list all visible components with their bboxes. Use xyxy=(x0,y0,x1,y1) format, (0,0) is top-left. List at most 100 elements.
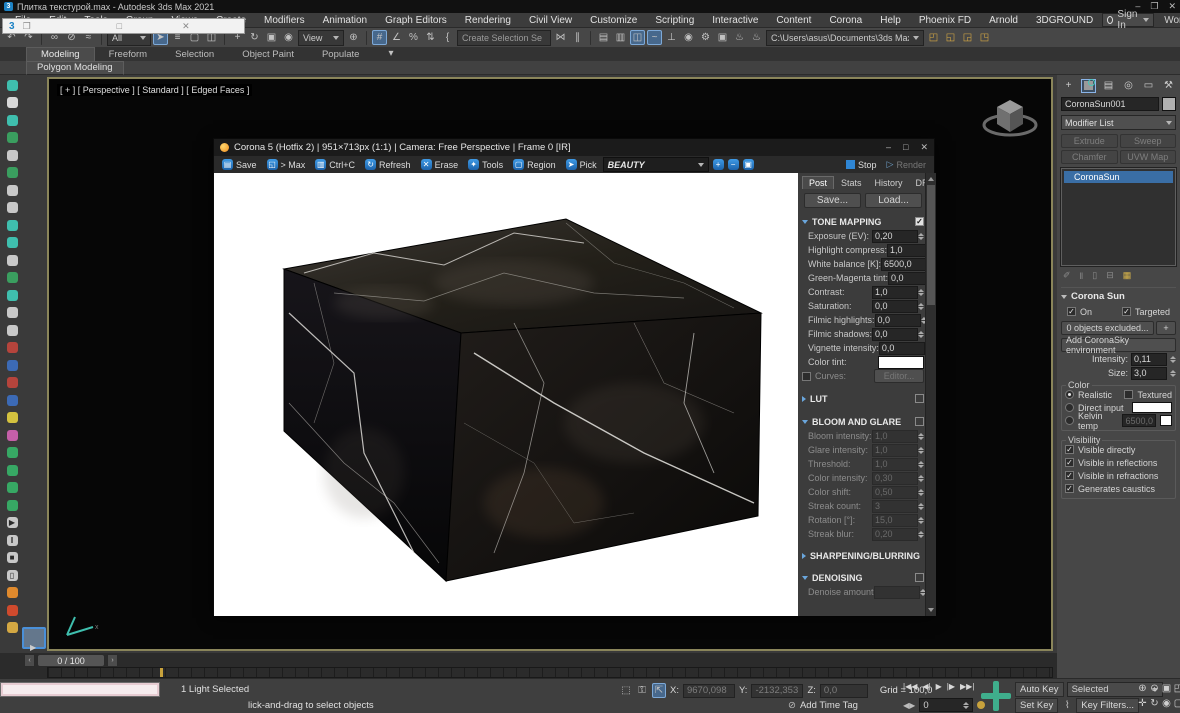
config-load-button[interactable]: Load... xyxy=(865,193,922,208)
z-coordinate-input[interactable]: 0,0 xyxy=(820,684,868,698)
spinner-control[interactable] xyxy=(918,447,924,454)
direct-input-radio[interactable] xyxy=(1065,403,1074,412)
sun-on-checkbox-row[interactable]: On xyxy=(1067,305,1092,318)
auto-key-button[interactable]: Auto Key xyxy=(1015,682,1064,697)
visibility-checkbox-row[interactable]: Visible in refractions xyxy=(1065,469,1172,482)
dock-icon[interactable] xyxy=(4,497,20,513)
toolbar-icon[interactable]: ⋈ xyxy=(553,30,568,45)
field-value-input[interactable]: 0,0 xyxy=(875,314,921,327)
toolbar-icon[interactable]: ▣ xyxy=(715,30,730,45)
dock-flyout-icon[interactable]: ▶ xyxy=(30,643,36,652)
kelvin-radio-row[interactable]: Kelvin temp 6500,0 xyxy=(1065,414,1172,427)
playback-button[interactable]: |▶ xyxy=(947,682,955,691)
field-value-input[interactable]: 0,0 xyxy=(872,328,918,341)
sharpening-section-header[interactable]: SHARPENING/BLURRING xyxy=(802,548,924,563)
ribbon-tab[interactable]: Selection xyxy=(161,48,228,61)
settings-scrollbar[interactable] xyxy=(925,173,936,616)
toolbar-icon[interactable]: ↻ xyxy=(247,30,262,45)
denoising-checkbox[interactable] xyxy=(915,573,924,582)
menu-item[interactable]: Interactive xyxy=(703,15,767,26)
dock-icon[interactable] xyxy=(4,480,20,496)
spinner-control[interactable] xyxy=(918,489,924,496)
viewport-nav-icon[interactable]: ◉ xyxy=(1162,696,1171,710)
visibility-checkbox[interactable] xyxy=(1065,471,1074,480)
modifier-stack[interactable]: CoronaSun xyxy=(1061,168,1176,266)
tone-mapping-checkbox[interactable] xyxy=(915,217,924,226)
tone-mapping-section-header[interactable]: TONE MAPPING xyxy=(802,214,924,229)
field-value-input[interactable]: 3 xyxy=(872,500,918,513)
dock-icon[interactable] xyxy=(4,462,20,478)
spinner-control[interactable] xyxy=(1170,370,1176,377)
dock-icon[interactable] xyxy=(4,287,20,303)
ribbon-options-icon[interactable]: ▾ xyxy=(383,46,398,61)
menu-item[interactable]: 3DGROUND xyxy=(1027,15,1102,26)
corona-settings-tab[interactable]: Stats xyxy=(835,177,868,189)
scrollbar-thumb[interactable] xyxy=(927,185,935,305)
visibility-checkbox[interactable] xyxy=(1065,445,1074,454)
dock-icon[interactable] xyxy=(4,165,20,181)
menu-item[interactable]: Modifiers xyxy=(255,15,314,26)
field-value-input[interactable]: 0,20 xyxy=(872,528,918,541)
viewport-nav-icon[interactable]: ▣ xyxy=(1162,681,1171,695)
close-button[interactable]: ✕ xyxy=(1168,1,1176,12)
field-value-input[interactable]: 1,0 xyxy=(872,458,918,471)
objects-excluded-button[interactable]: 0 objects excluded... xyxy=(1061,321,1154,335)
key-filters-button[interactable]: Key Filters... xyxy=(1076,698,1139,713)
textured-checkbox-row[interactable]: Textured xyxy=(1124,388,1172,401)
project-folder-dropdown[interactable]: C:\Users\asus\Documents\3ds Max 2021 xyxy=(766,30,924,46)
dock-icon[interactable] xyxy=(4,147,20,163)
field-value-input[interactable]: 0,50 xyxy=(872,486,918,499)
size-input[interactable]: 3,0 xyxy=(1131,367,1167,380)
toolbar-icon[interactable]: ◱ xyxy=(943,30,958,45)
intensity-input[interactable]: 0,11 xyxy=(1131,353,1167,366)
spinner-control[interactable] xyxy=(1170,356,1176,363)
field-value-input[interactable]: 0,30 xyxy=(872,472,918,485)
dock-icon[interactable] xyxy=(4,357,20,373)
menu-item[interactable]: Civil View xyxy=(520,15,581,26)
dock-icon[interactable] xyxy=(4,620,20,636)
toolbar-icon[interactable]: ♨ xyxy=(749,30,764,45)
dock-icon[interactable]: ▶ xyxy=(4,515,20,531)
corona-toolbar-button[interactable]: ▤ Save xyxy=(218,158,261,172)
menu-item[interactable]: Phoenix FD xyxy=(910,15,980,26)
corona-toolbar-button[interactable]: ↻ Refresh xyxy=(361,158,415,172)
corona-sun-rollout-header[interactable]: Corona Sun xyxy=(1061,287,1176,302)
dock-icon[interactable] xyxy=(4,410,20,426)
spinner-control[interactable] xyxy=(918,531,924,538)
toolbar-icon[interactable]: ~ xyxy=(647,30,662,45)
menu-item[interactable]: Animation xyxy=(314,15,376,26)
spinner-control[interactable] xyxy=(918,517,924,524)
spinner-control[interactable] xyxy=(918,433,924,440)
toolbar-icon[interactable]: ▥ xyxy=(613,30,628,45)
render-channel-dropdown[interactable]: BEAUTY xyxy=(603,157,709,172)
realistic-radio[interactable] xyxy=(1065,390,1074,399)
stop-render-button[interactable]: Stop xyxy=(842,158,881,172)
make-unique-icon[interactable]: ▯ xyxy=(1092,270,1097,281)
field-value-input[interactable] xyxy=(874,586,920,599)
corona-vfb-window[interactable]: Corona 5 (Hotfix 2) | 951×713px (1:1) | … xyxy=(213,138,935,615)
add-coronasky-button[interactable]: Add CoronaSky environment xyxy=(1061,338,1176,352)
spinner-control[interactable] xyxy=(918,331,924,338)
corona-minimize-button[interactable]: – xyxy=(886,142,891,153)
pin-stack-icon[interactable]: ✐ xyxy=(1063,270,1071,281)
playback-button[interactable]: ◀| xyxy=(922,682,930,691)
toolbar-icon[interactable]: ⊥ xyxy=(664,30,679,45)
viewport-nav-icon[interactable]: ⊙ xyxy=(1150,681,1159,695)
scroll-up-icon[interactable] xyxy=(928,177,934,181)
dock-icon[interactable] xyxy=(4,305,20,321)
toolbar-icon[interactable]: # xyxy=(372,30,387,45)
dock-icon[interactable] xyxy=(4,217,20,233)
dock-icon[interactable] xyxy=(4,235,20,251)
playback-button[interactable]: |◀◀ xyxy=(903,682,917,691)
toolbar-icon[interactable]: ◳ xyxy=(977,30,992,45)
field-value-input[interactable]: 6500,0 xyxy=(881,258,927,271)
corona-toolbar-button[interactable]: ➤ Pick xyxy=(562,158,601,172)
field-value-input[interactable]: 0,20 xyxy=(872,230,918,243)
spinner-control[interactable] xyxy=(918,461,924,468)
lut-section-header[interactable]: LUT xyxy=(802,391,924,406)
field-value-input[interactable]: 1,0 xyxy=(872,444,918,457)
current-frame-marker[interactable] xyxy=(160,668,163,677)
y-coordinate-input[interactable]: -2132,353 xyxy=(751,684,803,698)
scroll-down-icon[interactable] xyxy=(928,608,934,612)
dock-icon[interactable]: ‖ xyxy=(4,532,20,548)
